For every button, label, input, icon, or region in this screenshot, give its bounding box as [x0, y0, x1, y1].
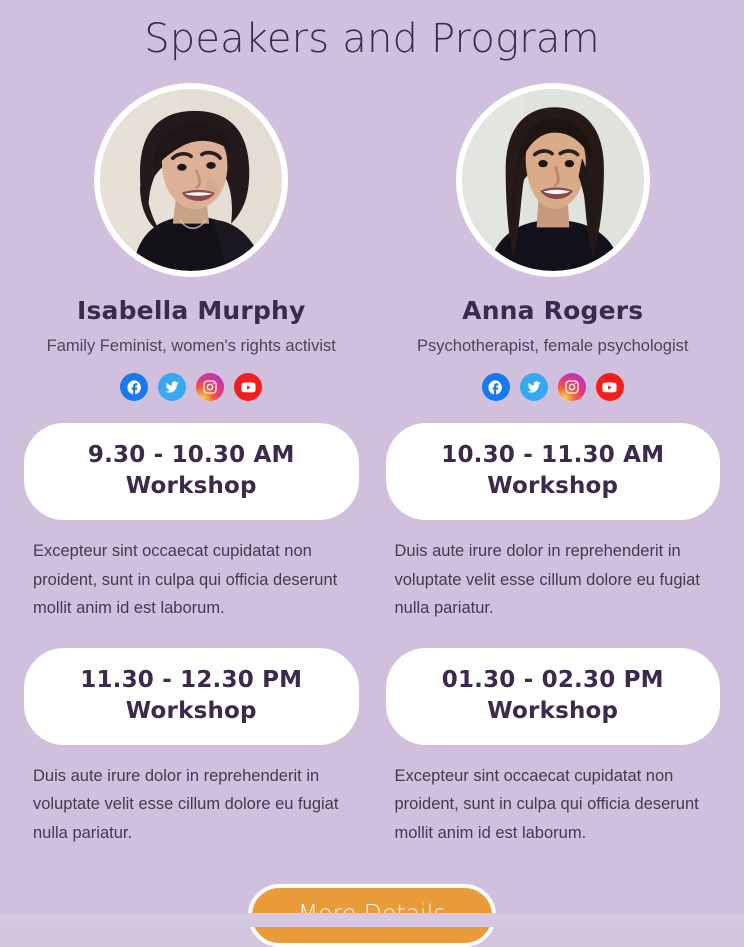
workshop-label: Workshop — [125, 697, 257, 724]
twitter-icon[interactable] — [519, 373, 548, 402]
workshop-description: Excepteur sint occaecat cupidatat non pr… — [394, 767, 699, 842]
program-schedule: 9.30 - 10.30 AM Workshop Excepteur sint … — [0, 423, 744, 847]
program-row-1: 9.30 - 10.30 AM Workshop Excepteur sint … — [24, 423, 720, 622]
workshop-time: 9.30 - 10.30 AM — [87, 442, 295, 469]
workshop-label: Workshop — [125, 472, 257, 499]
youtube-icon[interactable] — [595, 373, 624, 402]
twitter-icon[interactable] — [158, 373, 187, 402]
program-column-2: 01.30 - 02.30 PM Workshop Excepteur sint… — [385, 648, 720, 847]
workshop-label: Workshop — [487, 472, 619, 499]
program-column-2: 10.30 - 11.30 AM Workshop Duis aute irur… — [385, 423, 720, 622]
instagram-icon[interactable] — [557, 373, 586, 402]
social-links — [120, 373, 263, 402]
workshop-description: Excepteur sint occaecat cupidatat non pr… — [33, 542, 338, 617]
workshop-card[interactable]: 11.30 - 12.30 PM Workshop — [24, 648, 359, 745]
workshop-description: Duis aute irure dolor in reprehenderit i… — [33, 767, 339, 842]
workshop-card[interactable]: 9.30 - 10.30 AM Workshop — [24, 423, 359, 521]
workshop-description: Duis aute irure dolor in reprehenderit i… — [394, 542, 700, 617]
workshop-time: 10.30 - 11.30 AM — [441, 442, 665, 469]
workshop-label: Workshop — [487, 697, 619, 724]
instagram-icon[interactable] — [196, 373, 225, 402]
workshop-time: 01.30 - 02.30 PM — [441, 667, 664, 694]
speaker-card-2: Anna Rogers Psychotherapist, female psyc… — [386, 83, 721, 402]
avatar — [455, 83, 650, 277]
speaker-role: Family Feminist, women's rights activist — [46, 337, 336, 355]
speaker-name: Anna Rogers — [462, 296, 644, 325]
workshop-card[interactable]: 01.30 - 02.30 PM Workshop — [385, 648, 720, 745]
speaker-name: Isabella Murphy — [76, 296, 306, 325]
bottom-strip — [0, 913, 744, 927]
youtube-icon[interactable] — [234, 373, 263, 402]
program-row-2: 11.30 - 12.30 PM Workshop Duis aute irur… — [24, 648, 720, 847]
program-column-1: 9.30 - 10.30 AM Workshop Excepteur sint … — [24, 423, 359, 622]
avatar — [94, 83, 289, 277]
social-links — [481, 373, 624, 402]
page-title: Speakers and Program — [144, 16, 600, 62]
workshop-card[interactable]: 10.30 - 11.30 AM Workshop — [385, 423, 720, 521]
facebook-icon[interactable] — [481, 373, 510, 402]
facebook-icon[interactable] — [120, 373, 149, 402]
speaker-card-1: Isabella Murphy Family Feminist, women's… — [24, 83, 359, 402]
program-column-1: 11.30 - 12.30 PM Workshop Duis aute irur… — [24, 648, 359, 847]
speaker-role: Psychotherapist, female psychologist — [417, 337, 689, 355]
speakers-grid: Isabella Murphy Family Feminist, women's… — [0, 83, 744, 402]
speakers-and-program-section: Speakers and Program Isabella Murphy Fam… — [0, 0, 744, 947]
workshop-time: 11.30 - 12.30 PM — [80, 667, 303, 694]
